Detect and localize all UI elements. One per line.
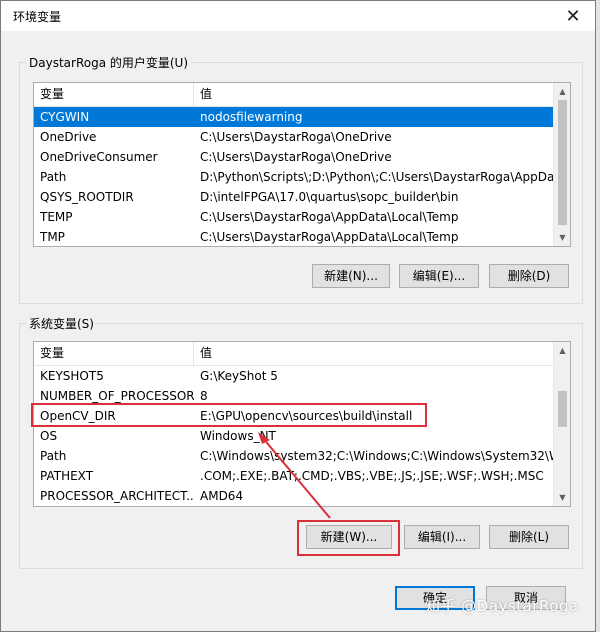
table-row[interactable]: NUMBER_OF_PROCESSORS 8 [34, 386, 554, 406]
user-variables-list[interactable]: 变量 值 CYGWIN nodosfilewarning OneDrive C:\Us… [33, 82, 571, 247]
variable-name-cell: OneDrive [40, 130, 97, 144]
variable-value-cell: C:\Users\DaystarRoga\AppData\Local\Temp [200, 230, 459, 244]
user-variables-rows: CYGWIN nodosfilewarning OneDrive C:\Users\D… [34, 107, 554, 246]
variable-name-cell: Path [40, 170, 67, 184]
variable-value-cell: AMD64 [200, 489, 244, 503]
close-button[interactable]: ✕ [551, 1, 595, 31]
system-delete-button[interactable]: 删除(L) [489, 525, 569, 549]
list-header: 变量 值 [34, 83, 554, 107]
variable-name-cell: OS [40, 429, 58, 443]
table-row[interactable]: OS Windows_NT [34, 426, 554, 446]
list-header: 变量 值 [34, 342, 554, 366]
system-variables-list[interactable]: 变量 值 KEYSHOT5 G:\KeyShot 5 NUMBER_OF_PROCE… [33, 341, 571, 507]
variable-value-cell: 8 [200, 389, 208, 403]
table-row[interactable]: TEMP C:\Users\DaystarRoga\AppData\Local\T… [34, 207, 554, 227]
column-header-value[interactable]: 值 [194, 342, 554, 366]
variable-name-cell: CYGWIN [40, 110, 90, 124]
system-edit-button[interactable]: 编辑(I)... [404, 525, 480, 549]
scrollbar-thumb[interactable] [558, 100, 567, 225]
user-new-button[interactable]: 新建(N)... [312, 264, 390, 288]
table-row[interactable]: QSYS_ROOTDIR D:\intelFPGA\17.0\quartus\so… [34, 187, 554, 207]
system-variables-rows: KEYSHOT5 G:\KeyShot 5 NUMBER_OF_PROCESSORS… [34, 366, 554, 506]
variable-value-cell: nodosfilewarning [200, 110, 303, 124]
environment-variables-dialog: 环境变量 ✕ DaystarRoga 的用户变量(U) 变量 值 CYGWIN n… [0, 0, 596, 632]
table-row[interactable]: PATHEXT .COM;.EXE;.BAT;.CMD;.VBS;.VBE;.JS… [34, 466, 554, 486]
scrollbar-thumb[interactable] [558, 391, 567, 427]
variable-name-cell: PATHEXT [40, 469, 94, 483]
scroll-up-icon[interactable]: ▲ [554, 83, 570, 100]
window-title: 环境变量 [13, 10, 62, 24]
variable-value-cell: C:\Windows\system32;C:\Windows;C:\Window… [200, 449, 554, 463]
variable-value-cell: Windows_NT [200, 429, 276, 443]
column-header-value[interactable]: 值 [194, 83, 554, 107]
user-variables-label: DaystarRoga 的用户变量(U) [29, 56, 189, 70]
watermark-text: 知乎 @DaystarRoga [425, 597, 579, 615]
variable-name-cell: NUMBER_OF_PROCESSORS [40, 389, 194, 403]
scroll-down-icon[interactable]: ▼ [554, 229, 570, 246]
table-row[interactable]: Path C:\Windows\system32;C:\Windows;C:\Wi… [34, 446, 554, 466]
table-row[interactable]: KEYSHOT5 G:\KeyShot 5 [34, 366, 554, 386]
system-new-button[interactable]: 新建(W)... [306, 525, 392, 549]
table-row[interactable]: OneDrive C:\Users\DaystarRoga\OneDrive [34, 127, 554, 147]
variable-name-cell: Path [40, 449, 67, 463]
variable-name-cell: KEYSHOT5 [40, 369, 104, 383]
table-row[interactable]: Path D:\Python\Scripts\;D:\Python\;C:\Use… [34, 167, 554, 187]
title-bar[interactable]: 环境变量 ✕ [1, 1, 595, 31]
table-row[interactable]: CYGWIN nodosfilewarning [34, 107, 554, 127]
variable-name-cell: OpenCV_DIR [40, 409, 116, 423]
table-row[interactable]: PROCESSOR_ARCHITECT... AMD64 [34, 486, 554, 506]
variable-value-cell: D:\Python\Scripts\;D:\Python\;C:\Users\D… [200, 170, 554, 184]
table-row[interactable]: TMP C:\Users\DaystarRoga\AppData\Local\Te… [34, 227, 554, 246]
variable-value-cell: .COM;.EXE;.BAT;.CMD;.VBS;.VBE;.JS;.JSE;.… [200, 469, 544, 483]
variable-name-cell: QSYS_ROOTDIR [40, 190, 134, 204]
variable-value-cell: D:\intelFPGA\17.0\quartus\sopc_builder\b… [200, 190, 459, 204]
column-header-variable[interactable]: 变量 [34, 342, 194, 366]
table-row[interactable]: OneDriveConsumer C:\Users\DaystarRoga\One… [34, 147, 554, 167]
user-edit-button[interactable]: 编辑(E)... [399, 264, 479, 288]
column-header-variable[interactable]: 变量 [34, 83, 194, 107]
table-row[interactable]: OpenCV_DIR E:\GPU\opencv\sources\build\in… [34, 406, 554, 426]
variable-name-cell: OneDriveConsumer [40, 150, 158, 164]
scroll-down-icon[interactable]: ▼ [554, 489, 570, 506]
vertical-scrollbar[interactable]: ▲ ▼ [553, 342, 570, 506]
variable-name-cell: PROCESSOR_ARCHITECT... [40, 489, 194, 503]
variable-value-cell: C:\Users\DaystarRoga\OneDrive [200, 130, 392, 144]
user-delete-button[interactable]: 删除(D) [489, 264, 569, 288]
system-variables-label: 系统变量(S) [29, 317, 94, 331]
scroll-up-icon[interactable]: ▲ [554, 342, 570, 359]
vertical-scrollbar[interactable]: ▲ ▼ [553, 83, 570, 246]
variable-value-cell: E:\GPU\opencv\sources\build\install [200, 409, 413, 423]
variable-value-cell: C:\Users\DaystarRoga\OneDrive [200, 150, 392, 164]
variable-value-cell: C:\Users\DaystarRoga\AppData\Local\Temp [200, 210, 459, 224]
variable-name-cell: TEMP [40, 210, 73, 224]
close-icon: ✕ [565, 5, 581, 27]
variable-value-cell: G:\KeyShot 5 [200, 369, 278, 383]
variable-name-cell: TMP [40, 230, 65, 244]
